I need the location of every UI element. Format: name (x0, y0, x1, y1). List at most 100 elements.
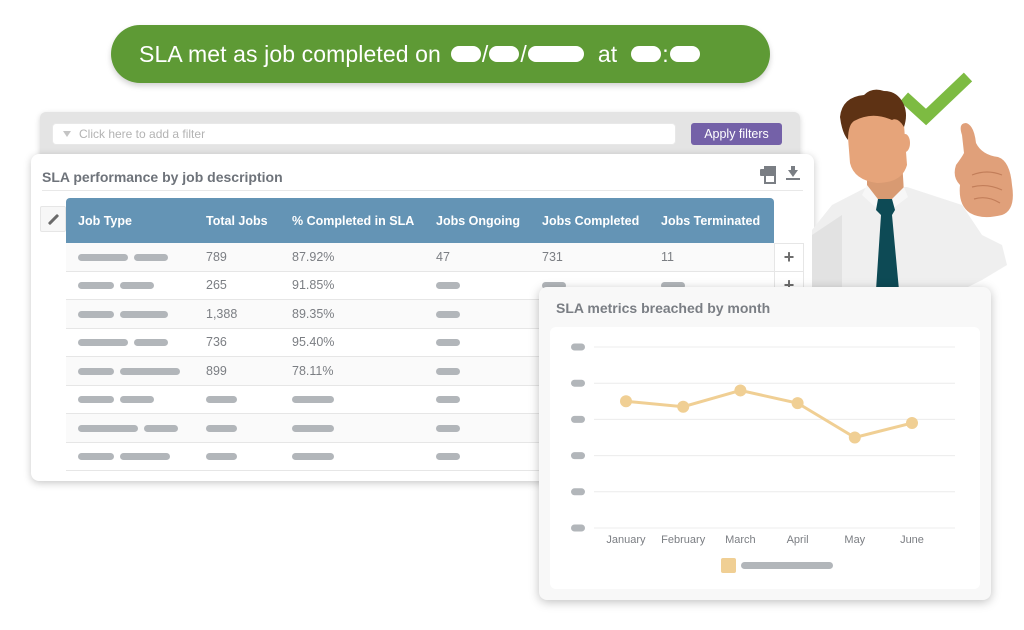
total-jobs-cell (194, 392, 280, 406)
column-header-jobs-completed[interactable]: Jobs Completed (530, 214, 649, 228)
table-row[interactable]: 789 87.92% 47 731 11 (66, 243, 774, 272)
redacted-text (134, 339, 168, 347)
redacted-text (120, 367, 180, 375)
redacted-text (78, 339, 128, 347)
pct-sla-cell (280, 421, 424, 435)
column-header-jobs-terminated[interactable]: Jobs Terminated (649, 214, 774, 228)
redacted-text (78, 310, 114, 318)
legend-label-redacted (741, 562, 833, 569)
line-chart: January February March April May June (571, 343, 955, 573)
chart-title: SLA metrics breached by month (556, 300, 771, 316)
x-tick-label: March (725, 534, 756, 546)
edit-button[interactable] (40, 206, 66, 232)
redacted-text (292, 396, 334, 404)
redacted-text (120, 310, 168, 318)
redacted-year (527, 46, 584, 62)
apply-filters-button[interactable]: Apply filters (691, 123, 782, 145)
job-type-cell (66, 449, 194, 463)
y-tick-label-redacted (571, 452, 585, 460)
total-jobs-cell (194, 449, 280, 463)
x-tick-label: February (661, 534, 706, 546)
redacted-text (206, 424, 237, 432)
total-jobs-cell: 736 (206, 335, 227, 350)
ongoing-cell (424, 335, 530, 349)
series-line (625, 388, 913, 440)
legend-swatch (721, 558, 736, 573)
ongoing-cell (424, 449, 530, 463)
thumbs-up-hand (954, 123, 1013, 218)
ongoing-cell (424, 421, 530, 435)
pct-sla-cell (280, 449, 424, 463)
date-separator: / (520, 40, 527, 67)
chart-area: January February March April May June (550, 327, 980, 589)
data-point-january (620, 395, 632, 408)
data-point-june (906, 417, 918, 430)
data-point-may (848, 431, 861, 444)
table-header: Job Type Total Jobs % Completed in SLA J… (66, 198, 774, 243)
redacted-text (436, 282, 460, 290)
expand-column: + + (774, 198, 804, 300)
redacted-text (78, 453, 114, 461)
y-tick-label-redacted (571, 343, 585, 351)
redacted-month (489, 46, 520, 62)
total-jobs-cell: 265 (206, 278, 227, 293)
check-mark-icon (899, 72, 973, 126)
job-type-cell (66, 392, 194, 406)
date-separator: / (481, 40, 489, 67)
redacted-text (436, 453, 460, 461)
divider (42, 190, 803, 191)
redacted-text (144, 424, 178, 432)
total-jobs-cell: 899 (206, 363, 227, 378)
column-header-pct-sla[interactable]: % Completed in SLA (280, 214, 424, 228)
expand-row-button[interactable]: + (774, 243, 804, 272)
redacted-text (292, 424, 334, 432)
column-header-total-jobs[interactable]: Total Jobs (194, 214, 280, 228)
redacted-text (436, 339, 460, 347)
y-tick-label-redacted (571, 379, 585, 387)
redacted-text (120, 453, 170, 461)
column-header-jobs-ongoing[interactable]: Jobs Ongoing (424, 214, 530, 228)
banner-text: SLA met as job completed on (139, 40, 441, 67)
x-tick-label: January (606, 534, 646, 546)
download-icon[interactable] (786, 166, 800, 180)
y-tick-label-redacted (571, 524, 585, 532)
filter-placeholder: Click here to add a filter (79, 127, 206, 141)
y-tick-label-redacted (571, 415, 585, 423)
pct-sla-cell: 95.40% (292, 335, 335, 350)
redacted-text (78, 396, 114, 404)
businessman-thumbs-up-illustration (812, 72, 1013, 290)
redacted-hour (631, 46, 662, 62)
redacted-text (78, 253, 128, 261)
column-header-job-type[interactable]: Job Type (66, 214, 194, 228)
card-title: SLA performance by job description (42, 169, 283, 185)
redacted-text (206, 453, 237, 461)
total-jobs-cell (194, 421, 280, 435)
sla-breached-chart-card: SLA metrics breached by month January Feb… (539, 287, 991, 600)
pct-sla-cell (280, 392, 424, 406)
redacted-text (292, 453, 334, 461)
redacted-text (436, 424, 460, 432)
ongoing-cell (424, 364, 530, 378)
print-icon[interactable] (760, 166, 776, 184)
pct-sla-cell: 87.92% (292, 249, 335, 264)
redacted-text (120, 282, 154, 290)
sla-met-banner: SLA met as job completed on / / at : (111, 25, 770, 83)
x-tick-label: April (787, 534, 809, 546)
job-type-cell (66, 335, 194, 349)
redacted-text (120, 396, 154, 404)
y-tick-label-redacted (571, 488, 585, 496)
job-type-cell (66, 278, 194, 292)
data-point-april (791, 397, 804, 410)
total-jobs-cell: 789 (206, 249, 227, 264)
x-tick-label: May (844, 534, 865, 546)
job-type-cell (66, 364, 194, 378)
filter-input[interactable]: Click here to add a filter (52, 123, 676, 145)
job-type-cell (66, 421, 194, 435)
redacted-text (436, 367, 460, 375)
redacted-minute (669, 46, 700, 62)
redacted-text (78, 424, 138, 432)
pct-sla-cell: 91.85% (292, 278, 335, 293)
redacted-text (78, 282, 114, 290)
redacted-day (450, 46, 481, 62)
pct-sla-cell: 78.11% (292, 363, 334, 378)
